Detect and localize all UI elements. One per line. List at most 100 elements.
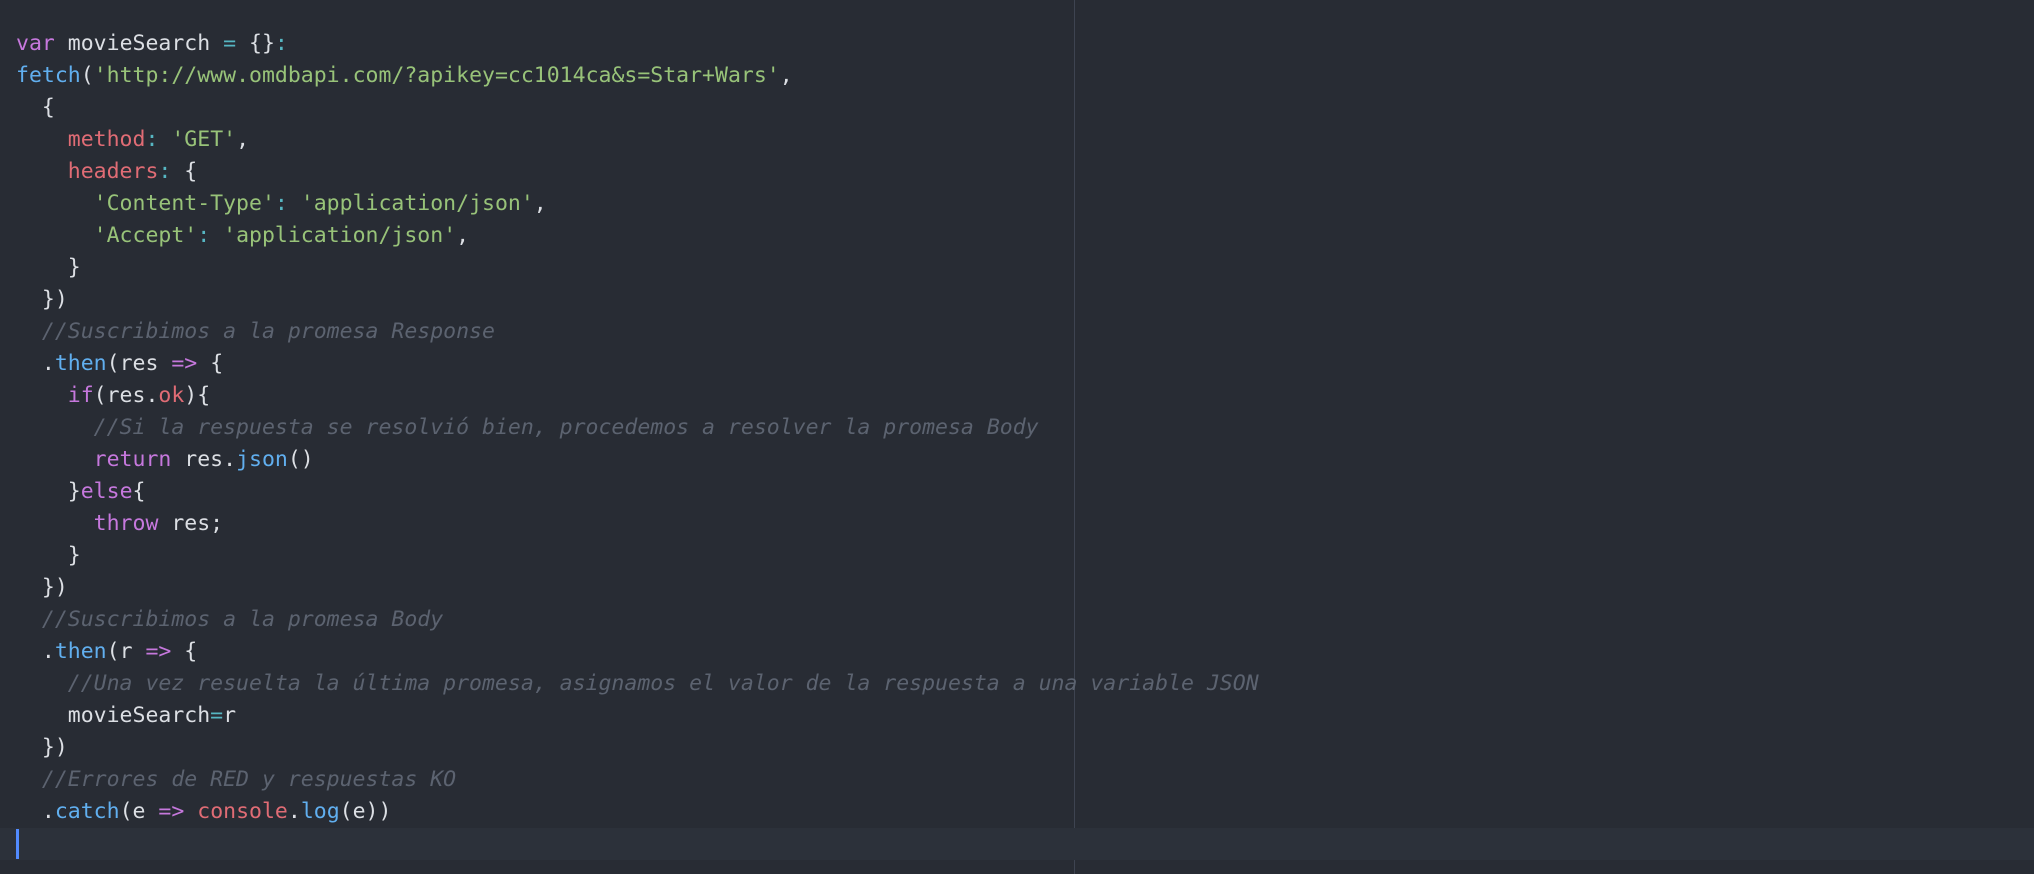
code-token-plain: (e)) (339, 799, 392, 824)
code-editor[interactable]: var movieSearch = {}: fetch('http://www.o… (0, 0, 2034, 874)
code-token-plain: movieSearch (54, 31, 224, 56)
code-token-plain: , (779, 63, 793, 88)
code-line[interactable]: } (16, 540, 2034, 572)
code-token-plain: movieSearch (16, 703, 211, 728)
code-token-string: 'http://www.omdbapi.com/?apikey=cc1014ca… (93, 63, 780, 88)
code-token-function: then (54, 351, 107, 376)
code-token-plain: }) (16, 575, 68, 600)
code-token-plain: (res. (93, 383, 159, 408)
code-token-plain: } (16, 255, 81, 280)
code-token-plain: }) (16, 287, 68, 312)
code-token-comment: //Suscribimos a la promesa Body (41, 607, 444, 632)
code-token-function: log (300, 799, 340, 824)
text-cursor (16, 829, 19, 859)
code-line[interactable]: //Suscribimos a la promesa Body (16, 604, 2034, 636)
code-token-string: 'GET' (171, 127, 237, 152)
code-token-plain: {} (236, 31, 275, 56)
code-token-plain: r (223, 703, 237, 728)
code-token-plain: res; (158, 511, 224, 536)
code-line[interactable]: .then(res => { (16, 348, 2034, 380)
code-token-operator: : (274, 31, 288, 56)
code-line[interactable]: }) (16, 732, 2034, 764)
code-token-function: then (54, 639, 107, 664)
code-line[interactable]: 'Accept': 'application/json', (16, 220, 2034, 252)
code-token-plain: . (16, 351, 55, 376)
code-token-keyword: if (67, 383, 94, 408)
code-token-plain: }) (16, 735, 68, 760)
code-token-plain: () (287, 447, 314, 472)
code-token-string: 'application/json' (300, 191, 534, 216)
code-token-function: catch (54, 799, 120, 824)
code-line[interactable]: { (16, 92, 2034, 124)
code-line[interactable]: movieSearch=r (16, 700, 2034, 732)
code-token-plain: ( (80, 63, 94, 88)
code-token-operator: : (158, 159, 172, 184)
code-token-keyword: => (171, 351, 198, 376)
code-token-operator: : (274, 191, 288, 216)
code-line[interactable]: //Errores de RED y respuestas KO (16, 764, 2034, 796)
code-token-property: method (67, 127, 146, 152)
code-token-plain: { (132, 479, 146, 504)
code-token-string: 'application/json' (223, 223, 457, 248)
code-line[interactable]: throw res; (16, 508, 2034, 540)
code-line[interactable]: }else{ (16, 476, 2034, 508)
code-token-plain: res. (171, 447, 237, 472)
code-token-plain: } (16, 543, 81, 568)
code-line[interactable]: .then(r => { (16, 636, 2034, 668)
code-token-operator: : (145, 127, 159, 152)
code-line[interactable]: }) (16, 572, 2034, 604)
code-token-plain: (r (106, 639, 146, 664)
code-line[interactable]: 'Content-Type': 'application/json', (16, 188, 2034, 220)
code-token-keyword: => (145, 639, 172, 664)
code-line[interactable]: return res.json() (16, 444, 2034, 476)
code-token-operator: = (223, 31, 237, 56)
code-line[interactable]: fetch('http://www.omdbapi.com/?apikey=cc… (16, 60, 2034, 92)
code-line[interactable]: } (16, 252, 2034, 284)
code-token-property: console (197, 799, 288, 824)
code-token-plain: { (171, 159, 198, 184)
code-line[interactable]: if(res.ok){ (16, 380, 2034, 412)
code-line[interactable]: .catch(e => console.log(e)) (16, 796, 2034, 828)
code-line[interactable]: //Si la respuesta se resolvió bien, proc… (16, 412, 2034, 444)
code-token-comment: //Suscribimos a la promesa Response (41, 319, 495, 344)
code-line[interactable]: method: 'GET', (16, 124, 2034, 156)
code-token-function: fetch (16, 63, 81, 88)
code-token-comment: //Una vez resuelta la última promesa, as… (67, 671, 1259, 696)
code-line[interactable]: //Suscribimos a la promesa Response (16, 316, 2034, 348)
code-token-plain: . (16, 639, 55, 664)
code-line[interactable]: }) (16, 284, 2034, 316)
code-area[interactable]: var movieSearch = {}: fetch('http://www.o… (0, 28, 2034, 860)
code-line[interactable]: //Una vez resuelta la última promesa, as… (16, 668, 2034, 700)
code-token-string: 'Accept' (93, 223, 198, 248)
code-token-function: json (236, 447, 288, 472)
code-token-string: 'Content-Type' (93, 191, 275, 216)
code-token-plain: { (197, 351, 224, 376)
current-line[interactable] (0, 828, 2034, 860)
code-token-plain: , (456, 223, 470, 248)
code-token-keyword: => (158, 799, 185, 824)
code-line[interactable]: headers: { (16, 156, 2034, 188)
code-token-plain: . (16, 799, 55, 824)
code-line[interactable]: var movieSearch = {}: (16, 28, 2034, 60)
code-token-keyword: return (93, 447, 172, 472)
code-token-plain: { (171, 639, 198, 664)
code-token-plain: , (533, 191, 547, 216)
code-token-property: ok (158, 383, 185, 408)
code-token-operator: = (210, 703, 224, 728)
code-token-operator: : (197, 223, 211, 248)
code-token-plain: (res (106, 351, 172, 376)
